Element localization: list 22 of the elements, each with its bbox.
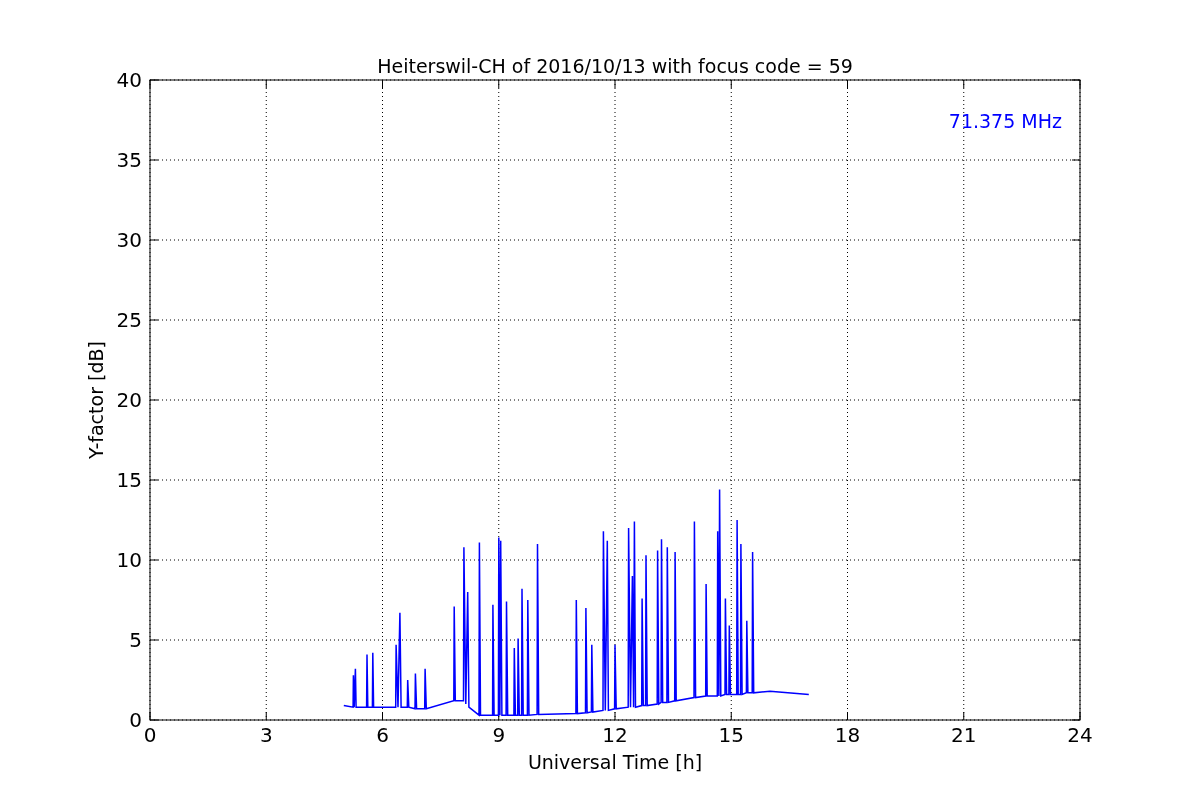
x-tick-label: 3 xyxy=(259,723,273,747)
y-tick-label: 40 xyxy=(116,68,142,92)
x-tick-label: 21 xyxy=(951,723,977,747)
frequency-label: 71.375 MHz xyxy=(948,110,1062,132)
chart-title: Heiterswil-CH of 2016/10/13 with focus code = 59 xyxy=(377,55,853,77)
x-tick-label: 6 xyxy=(376,723,389,747)
y-tick-label: 30 xyxy=(116,228,142,252)
y-tick-label: 25 xyxy=(116,308,142,332)
y-axis-label: Y-factor [dB] xyxy=(85,341,107,459)
y-tick-label: 5 xyxy=(129,628,142,652)
y-tick-label: 0 xyxy=(129,708,142,732)
x-tick-label: 18 xyxy=(834,723,861,747)
x-tick-label: 0 xyxy=(143,723,157,747)
y-tick-label: 20 xyxy=(116,388,142,412)
y-tick-label: 15 xyxy=(116,468,142,492)
y-tick-label: 10 xyxy=(116,548,142,572)
x-tick-label: 12 xyxy=(602,723,628,747)
y-tick-label: 35 xyxy=(116,148,142,172)
x-tick-label: 9 xyxy=(492,723,506,747)
x-tick-label: 24 xyxy=(1067,723,1093,747)
x-axis-label: Universal Time [h] xyxy=(527,751,703,773)
x-tick-label: 15 xyxy=(718,723,744,747)
